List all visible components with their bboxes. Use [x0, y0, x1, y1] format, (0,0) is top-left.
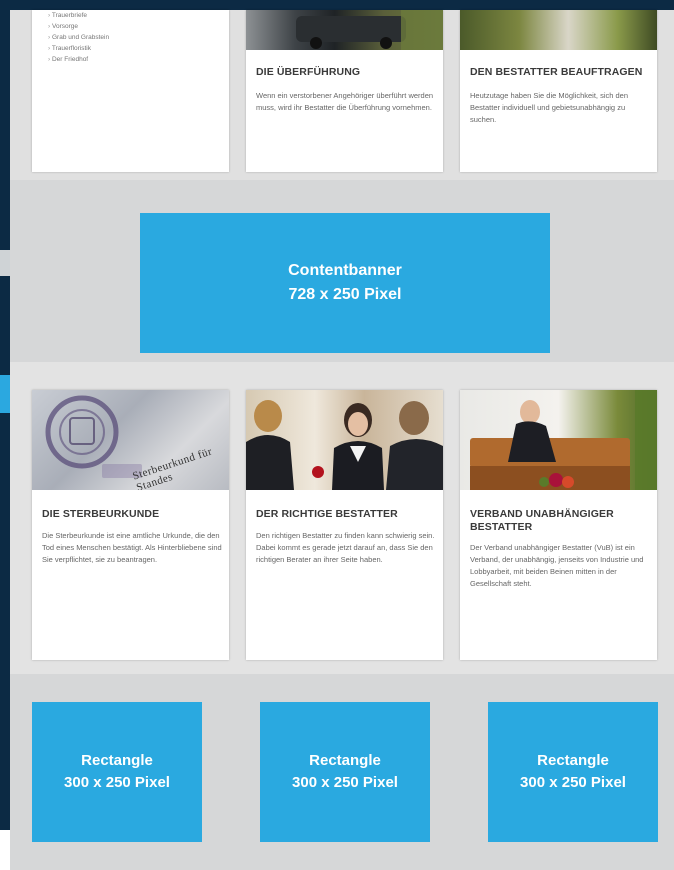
content-banner-ad[interactable]: Contentbanner 728 x 250 Pixel: [140, 213, 550, 353]
rectangle-ad-3-size: 300 x 250 Pixel: [520, 774, 626, 791]
content-banner-size: 728 x 250 Pixel: [288, 286, 402, 303]
card-bestatter-beauftragen[interactable]: DEN BESTATTER BEAUFTRAGEN Heutzutage hab…: [460, 10, 657, 172]
sidebar-link-grab[interactable]: Grab und Grabstein: [48, 32, 109, 43]
sidebar-list-card: Trauerbriefe Vorsorge Grab und Grabstein…: [32, 10, 229, 172]
card-title-sterbeurkunde: DIE STERBEURKUNDE: [42, 508, 160, 520]
stamp-illustration: [45, 395, 142, 478]
card-verband[interactable]: VERBAND UNABHÄNGIGER BESTATTER Der Verba…: [460, 390, 657, 660]
card-title-bestatter-beauftragen: DEN BESTATTER BEAUFTRAGEN: [470, 66, 643, 78]
card-sterbeurkunde[interactable]: Sterbeurkund für Standes DIE STERBEURKUN…: [32, 390, 229, 660]
card-title-richtige-bestatter: DER RICHTIGE BESTATTER: [256, 508, 398, 520]
card-richtige-bestatter[interactable]: DER RICHTIGE BESTATTER Den richtigen Bes…: [246, 390, 443, 660]
rectangle-ad-1[interactable]: Rectangle 300 x 250 Pixel: [32, 702, 202, 842]
sidebar-link-trauerbriefe[interactable]: Trauerbriefe: [48, 10, 109, 21]
card-text-ueberfuehrung: Wenn ein verstorbener Angehöriger überfü…: [256, 91, 434, 112]
left-edge-gap: [0, 250, 10, 276]
card-text-verband: Der Verband unabhängiger Bestatter (VuB)…: [470, 543, 644, 588]
hearse-car-image: [246, 10, 443, 50]
undertaker-coffin-image: [460, 390, 657, 490]
rectangle-ad-1-label: Rectangle: [81, 752, 153, 769]
rectangle-ad-1-size: 300 x 250 Pixel: [64, 774, 170, 791]
content-banner-label: Contentbanner: [288, 262, 402, 279]
flower-arrangement-image: [460, 10, 657, 50]
card-ueberfuehrung[interactable]: DIE ÜBERFÜHRUNG Wenn ein verstorbener An…: [246, 10, 443, 172]
rectangle-ad-2[interactable]: Rectangle 300 x 250 Pixel: [260, 702, 430, 842]
card-title-verband: VERBAND UNABHÄNGIGER BESTATTER: [470, 508, 614, 533]
hearse-car-illustration: [296, 10, 443, 50]
sidebar-link-friedhof[interactable]: Der Friedhof: [48, 54, 109, 65]
card-text-bestatter-beauftragen: Heutzutage haben Sie die Möglichkeit, si…: [470, 91, 629, 124]
stamp-document-image: Sterbeurkund für Standes: [32, 390, 229, 490]
sidebar-link-vorsorge[interactable]: Vorsorge: [48, 21, 109, 32]
left-edge-dark: [0, 0, 10, 870]
rectangle-ad-2-label: Rectangle: [309, 752, 381, 769]
card-text-richtige-bestatter: Den richtigen Bestatter zu finden kann s…: [256, 531, 435, 564]
top-dark-strip: [32, 0, 674, 10]
sidebar-link-list: Trauerbriefe Vorsorge Grab und Grabstein…: [48, 10, 109, 65]
consultation-meeting-image: [246, 390, 443, 490]
sidebar-link-trauerfloristik[interactable]: Trauerfloristik: [48, 43, 109, 54]
coffin-illustration: [470, 390, 657, 490]
rectangle-ad-3[interactable]: Rectangle 300 x 250 Pixel: [488, 702, 658, 842]
meeting-people-illustration: [246, 400, 443, 490]
rectangle-ad-2-size: 300 x 250 Pixel: [292, 774, 398, 791]
bottom-left-white: [0, 830, 10, 870]
left-edge-blue-accent: [0, 375, 10, 413]
card-title-ueberfuehrung: DIE ÜBERFÜHRUNG: [256, 66, 361, 78]
card-text-sterbeurkunde: Die Sterbeurkunde ist eine amtliche Urku…: [42, 531, 222, 564]
rectangle-ad-3-label: Rectangle: [537, 752, 609, 769]
